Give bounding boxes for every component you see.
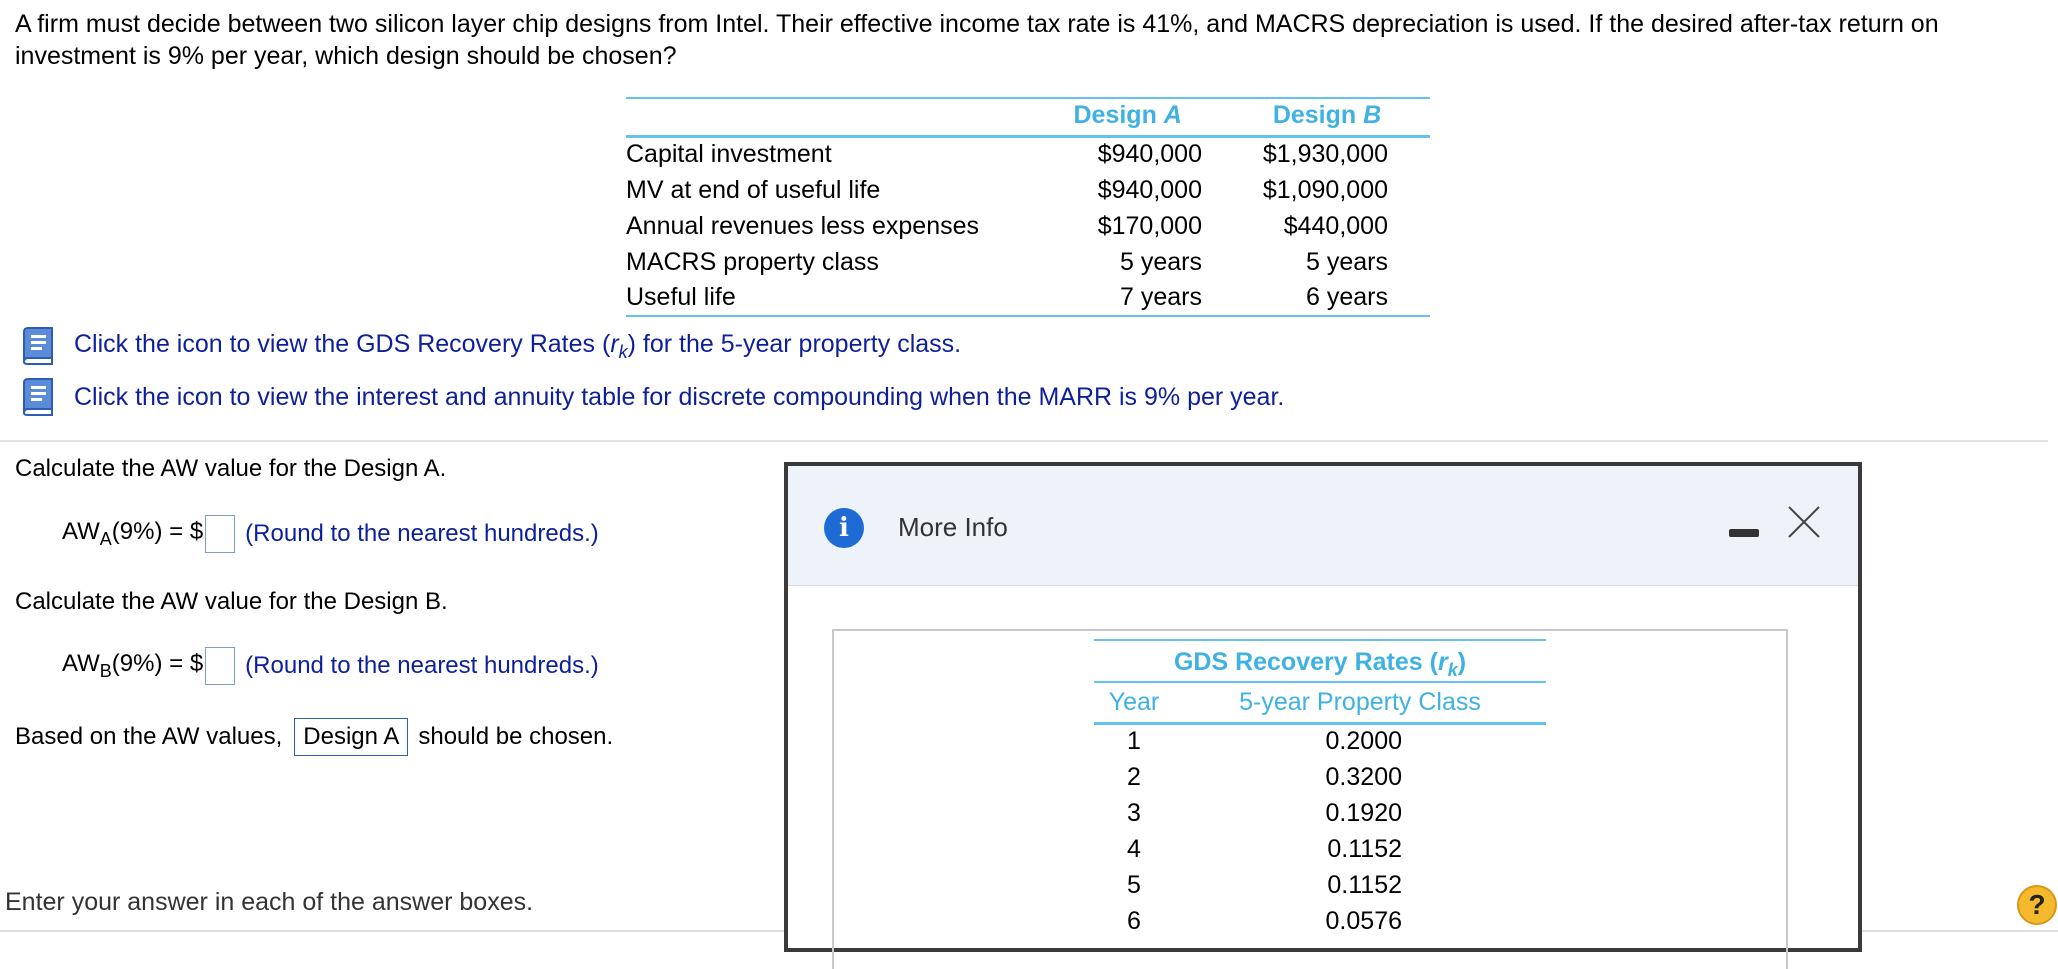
aw-a-label: AWA(9%) = $ (62, 518, 203, 550)
gds-link-subscript[interactable]: k (619, 342, 628, 362)
gds-caption-prefix: GDS Recovery Rates ( (1173, 648, 1438, 676)
table-row: Annual revenues less expenses $170,000 $… (626, 208, 1430, 244)
section-divider (0, 440, 2048, 442)
dialog-header: i More Info (788, 466, 1858, 586)
design-choice-dropdown[interactable]: Design A (294, 718, 409, 756)
problem-statement: A firm must decide between two silicon l… (15, 10, 1939, 70)
table-row: 3 0.1920 (1094, 795, 1546, 831)
table-row: Useful life 7 years 6 years (626, 280, 1430, 316)
choice-before: Based on the AW values, (15, 723, 283, 750)
header-label (626, 98, 1031, 136)
gds-rate: 0.1152 (1327, 834, 1402, 863)
table-row: 4 0.1152 (1094, 831, 1546, 867)
dialog-title: More Info (898, 512, 1008, 542)
gds-rate: 0.2000 (1325, 727, 1402, 756)
minimize-button[interactable] (1728, 520, 1760, 546)
cell-design-a: 7 years (1120, 283, 1202, 311)
gds-year: 2 (1127, 762, 1141, 791)
gds-recovery-table: GDS Recovery Rates (rk) Year 5-year Prop… (1094, 639, 1546, 939)
aw-a-answer-input[interactable] (205, 515, 236, 553)
gds-caption-suffix: ) (1457, 648, 1467, 676)
gds-link-before[interactable]: Click the icon to view the GDS Recovery … (74, 330, 610, 358)
aw-b-subscript: B (99, 661, 112, 681)
table-row: 6 0.0576 (1094, 903, 1546, 939)
gds-year: 5 (1127, 870, 1141, 899)
cell-design-b: $1,930,000 (1262, 140, 1388, 169)
gds-year: 3 (1127, 798, 1141, 827)
info-icon: i (824, 508, 864, 548)
cell-design-a: $170,000 (1097, 211, 1202, 240)
question-design-a: Calculate the AW value for the Design A. (15, 455, 447, 482)
header-design-a: Design A (1031, 98, 1224, 136)
header-design-a-text: Design (1073, 101, 1164, 130)
gds-link-symbol[interactable]: r (610, 330, 618, 358)
table-row: 1 0.2000 (1094, 723, 1546, 759)
gds-year: 6 (1127, 906, 1141, 935)
cell-design-b: 6 years (1306, 283, 1388, 311)
row-label: Capital investment (626, 140, 832, 169)
aw-b-suffix: (9%) = $ (111, 650, 204, 677)
more-info-dialog: i More Info GDS Recovery Rates (rk) Year… (784, 462, 1862, 969)
header-design-a-letter: A (1163, 101, 1182, 130)
table-row: Capital investment $940,000 $1,930,000 (626, 136, 1430, 172)
dialog-content: GDS Recovery Rates (rk) Year 5-year Prop… (832, 629, 1788, 969)
aw-b-answer-input[interactable] (205, 647, 236, 685)
table-row: MV at end of useful life $940,000 $1,090… (626, 172, 1430, 208)
header-design-b-text: Design (1272, 101, 1364, 130)
table-row: 2 0.3200 (1094, 759, 1546, 795)
gds-link-after[interactable]: ) for the 5-year property class. (628, 330, 961, 358)
close-icon (1788, 506, 1820, 538)
header-design-b-letter: B (1363, 101, 1382, 130)
answer-row-design-b: AWB(9%) = $ (Round to the nearest hundre… (62, 647, 599, 685)
interest-link-text[interactable]: Click the icon to view the interest and … (74, 383, 1284, 412)
gds-col-rate: 5-year Property Class (1239, 687, 1481, 716)
row-label: MV at end of useful life (626, 175, 881, 204)
gds-year: 1 (1127, 727, 1141, 756)
gds-caption-subscript: k (1447, 660, 1458, 680)
book-icon[interactable] (18, 326, 56, 366)
minimize-icon (1729, 529, 1759, 537)
row-label: MACRS property class (626, 247, 879, 276)
design-comparison-table: Design A Design B Capital investment $94… (626, 97, 1430, 317)
aw-b-prefix: AW (62, 650, 100, 677)
question-design-b: Calculate the AW value for the Design B. (15, 588, 448, 615)
footer-instruction: Enter your answer in each of the answer … (5, 888, 534, 916)
book-icon[interactable] (18, 377, 56, 417)
answer-row-design-a: AWA(9%) = $ (Round to the nearest hundre… (62, 515, 599, 553)
table-row: MACRS property class 5 years 5 years (626, 244, 1430, 280)
gds-rate: 0.1920 (1325, 798, 1402, 827)
aw-a-subscript: A (99, 529, 112, 549)
gds-rates-link[interactable]: Click the icon to view the GDS Recovery … (18, 326, 961, 366)
cell-design-b: $1,090,000 (1262, 175, 1388, 204)
aw-a-suffix: (9%) = $ (111, 518, 204, 545)
cell-design-a: $940,000 (1097, 140, 1202, 169)
cell-design-b: $440,000 (1283, 211, 1388, 240)
aw-b-label: AWB(9%) = $ (62, 650, 203, 682)
gds-rate: 0.0576 (1325, 906, 1402, 935)
cell-design-b: 5 years (1306, 247, 1388, 276)
choice-after: should be chosen. (418, 723, 614, 750)
table-row: 5 0.1152 (1094, 867, 1546, 903)
cell-design-a: $940,000 (1097, 175, 1202, 204)
gds-year: 4 (1127, 834, 1141, 863)
gds-rate: 0.3200 (1325, 762, 1402, 791)
aw-b-hint: (Round to the nearest hundreds.) (245, 652, 599, 679)
aw-a-prefix: AW (62, 518, 100, 545)
gds-caption-symbol: r (1437, 648, 1448, 676)
gds-header-row: Year 5-year Property Class (1094, 683, 1546, 723)
table-header-row: Design A Design B (626, 98, 1430, 136)
row-label: Annual revenues less expenses (626, 211, 980, 240)
gds-col-year: Year (1108, 687, 1160, 716)
gds-table-caption: GDS Recovery Rates (rk) (1094, 639, 1546, 683)
row-label: Useful life (626, 283, 736, 311)
close-button[interactable] (1784, 502, 1824, 542)
gds-rate: 0.1152 (1327, 870, 1402, 899)
interest-table-link[interactable]: Click the icon to view the interest and … (18, 377, 1284, 417)
help-button[interactable]: ? (2017, 885, 2057, 925)
aw-a-hint: (Round to the nearest hundreds.) (245, 520, 599, 547)
choice-row: Based on the AW values, Design A should … (15, 718, 613, 756)
cell-design-a: 5 years (1120, 247, 1202, 276)
gds-link-text[interactable]: Click the icon to view the GDS Recovery … (74, 330, 961, 363)
header-design-b: Design B (1224, 98, 1430, 136)
